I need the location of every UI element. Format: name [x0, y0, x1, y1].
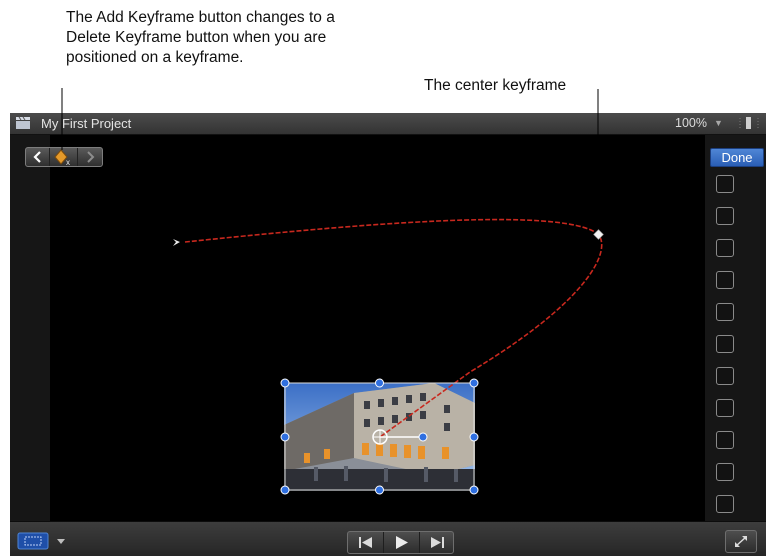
transform-handle: [469, 485, 479, 495]
transform-handle: [375, 485, 384, 495]
start-keyframe-marker: [173, 239, 180, 246]
transform-handle: [469, 432, 479, 442]
transform-handle: [469, 378, 479, 388]
transform-handle: [375, 378, 384, 388]
center-keyframe: [593, 229, 604, 240]
rotation-handle: [418, 432, 428, 442]
motion-path: [184, 218, 603, 438]
motion-path-overlay: [61, 88, 604, 495]
transform-handle: [280, 432, 290, 442]
transform-handle: [280, 485, 290, 495]
transform-handle: [280, 378, 290, 388]
